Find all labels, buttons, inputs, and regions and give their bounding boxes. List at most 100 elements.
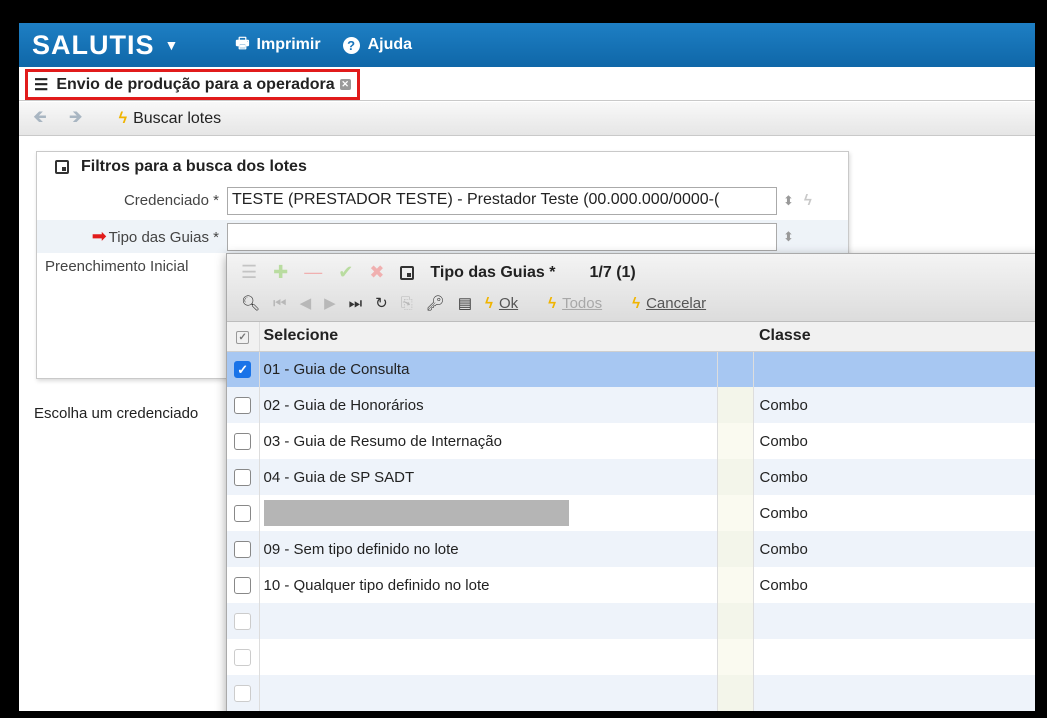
popup-title: Tipo das Guias * [430, 263, 556, 281]
list-icon[interactable]: ☰ [241, 262, 257, 283]
ok-button[interactable]: ϟ Ok [485, 295, 518, 312]
tab-envio-producao[interactable]: ☰ Envio de produção para a operadora ✕ [25, 69, 360, 100]
row-checkbox-cell[interactable] [227, 423, 260, 459]
select-all-checkbox[interactable]: ✓ [236, 331, 250, 345]
close-icon[interactable]: ✕ [339, 79, 351, 90]
table-row[interactable]: 09 - Sem tipo definido no lote Combo [227, 531, 1035, 567]
empty-cell [717, 675, 754, 711]
row-checkbox-cell[interactable] [227, 387, 260, 423]
todos-button[interactable]: ϟ Todos [548, 295, 602, 312]
help-button[interactable]: ? Ajuda [342, 36, 412, 54]
empty-cell [259, 675, 718, 711]
popup-nav-toolbar: 🔍︎ ⏮ ◀ ▶ ⏭ ↻ ⎘ 🔑︎ ▤ ϟ Ok ϟ Todos ϟ Cance… [241, 294, 736, 313]
row-checkbox[interactable] [234, 504, 252, 522]
row-checkbox[interactable] [234, 576, 252, 594]
last-page-icon[interactable]: ⏭ [349, 295, 363, 312]
row-class: Combo [759, 432, 808, 450]
cancel-x-icon[interactable]: ✖ [369, 262, 384, 283]
spinner-icon[interactable]: ⬍ [783, 229, 794, 245]
popup-edit-toolbar: ☰ ✚ — ✔ ✖ Tipo das Guias * 1/7 (1) [241, 262, 652, 283]
check-icon[interactable]: ✔ [338, 262, 353, 283]
print-button[interactable]: 🖶 Imprimir [235, 33, 320, 58]
empty-cell [717, 639, 754, 675]
select-all-cell[interactable]: ✓ [227, 322, 260, 352]
guias-table: ✓ Selecione Classe ✓ 01 - Guia de Consul… [227, 322, 1035, 711]
row-label: 10 - Qualquer tipo definido no lote [259, 567, 718, 603]
table-row[interactable]: 10 - Qualquer tipo definido no lote Comb… [227, 567, 1035, 603]
record-counter: 1/7 (1) [589, 263, 636, 281]
prev-page-icon[interactable]: ◀ [300, 294, 312, 312]
empty-checkbox [234, 684, 252, 702]
credenciado-field[interactable]: TESTE (PRESTADOR TESTE) - Prestador Test… [227, 186, 777, 215]
empty-cell [717, 603, 754, 639]
forward-arrow-icon[interactable]: 🡺 [69, 104, 83, 133]
lightning-icon: ϟ [632, 294, 641, 312]
empty-cell [753, 639, 1035, 675]
row-label: 01 - Guia de Consulta [259, 351, 718, 387]
refresh-icon[interactable]: ↻ [375, 294, 388, 312]
cancel-button[interactable]: ϟ Cancelar [632, 295, 706, 312]
table-row[interactable]: ✓ 01 - Guia de Consulta [227, 351, 1035, 387]
row-label-redacted [259, 495, 718, 531]
col-header-blank [717, 322, 753, 352]
search-icon[interactable]: 🔍︎ [241, 294, 260, 312]
app-window: SALUTIS ▼ 🖶 Imprimir ? Ajuda ☰ Envio de … [19, 23, 1035, 711]
row-class: Combo [753, 459, 1035, 495]
table-row[interactable]: 04 - Guia de SP SADT Combo [227, 459, 1035, 495]
preenchimento-label: Preenchimento Inicial [45, 257, 189, 275]
brand-menu[interactable]: SALUTIS ▼ [32, 30, 179, 61]
table-row[interactable]: 03 - Guia de Resumo de Internação Combo [227, 423, 1035, 459]
list-icon: ☰ [34, 76, 49, 94]
row-blank [717, 387, 754, 423]
table-row[interactable]: Combo [227, 495, 1035, 531]
key-icon[interactable]: 🔑︎ [426, 294, 445, 312]
tab-title: Envio de produção para a operadora [56, 75, 335, 93]
col-header-class[interactable]: Classe [753, 322, 1035, 352]
row-checkbox-cell[interactable] [227, 459, 260, 495]
export-icon[interactable]: ⎘ [401, 295, 413, 312]
first-page-icon[interactable]: ⏮ [273, 295, 287, 312]
red-arrow-icon: ➡ [91, 226, 107, 246]
next-page-icon[interactable]: ▶ [324, 294, 336, 312]
help-icon: ? [342, 36, 360, 54]
empty-cell [753, 603, 1035, 639]
report-icon[interactable]: ▤ [458, 294, 472, 312]
caret-down-icon: ▼ [164, 37, 180, 53]
top-bar: SALUTIS ▼ 🖶 Imprimir ? Ajuda [19, 23, 1035, 67]
row-class: Combo [759, 576, 808, 594]
row-label: 04 - Guia de SP SADT [259, 459, 718, 495]
row-class: Combo [753, 387, 1035, 423]
row-checkbox[interactable] [234, 468, 252, 486]
filters-header: Filtros para a busca dos lotes [37, 152, 848, 181]
credenciado-row: Credenciado * TESTE (PRESTADOR TESTE) - … [37, 184, 848, 217]
row-checkbox[interactable] [234, 396, 252, 414]
remove-icon[interactable]: — [304, 262, 322, 283]
row-checkbox-cell[interactable] [227, 567, 260, 603]
row-checkbox-cell[interactable]: ✓ [227, 351, 260, 387]
row-checkbox[interactable]: ✓ [234, 361, 252, 379]
empty-checkbox [234, 612, 252, 630]
redacted-block [263, 500, 569, 526]
empty-row [227, 603, 1035, 639]
credenciado-label: Credenciado * [123, 192, 219, 209]
row-checkbox[interactable] [234, 540, 252, 558]
row-label: 03 - Guia de Resumo de Internação [259, 423, 718, 459]
row-class [753, 351, 1035, 387]
row-checkbox[interactable] [234, 432, 252, 450]
row-checkbox-cell[interactable] [227, 531, 260, 567]
table-row[interactable]: 02 - Guia de Honorários Combo [227, 387, 1035, 423]
lightning-icon: ϟ [118, 109, 128, 127]
spinner-icon[interactable]: ⬍ [783, 193, 794, 209]
lightning-icon[interactable]: ϟ [804, 192, 812, 209]
tipo-guias-field[interactable] [227, 222, 777, 251]
row-blank [717, 351, 754, 387]
row-blank [717, 567, 754, 603]
col-header-select[interactable]: Selecione [259, 322, 717, 352]
print-label: Imprimir [256, 36, 321, 53]
row-checkbox-cell[interactable] [227, 495, 260, 531]
search-lots-button[interactable]: ϟ Buscar lotes [119, 110, 222, 128]
back-arrow-icon[interactable]: 🡸 [33, 104, 47, 133]
form-icon [400, 265, 415, 280]
add-icon[interactable]: ✚ [273, 262, 288, 283]
todos-label: Todos [562, 294, 603, 312]
